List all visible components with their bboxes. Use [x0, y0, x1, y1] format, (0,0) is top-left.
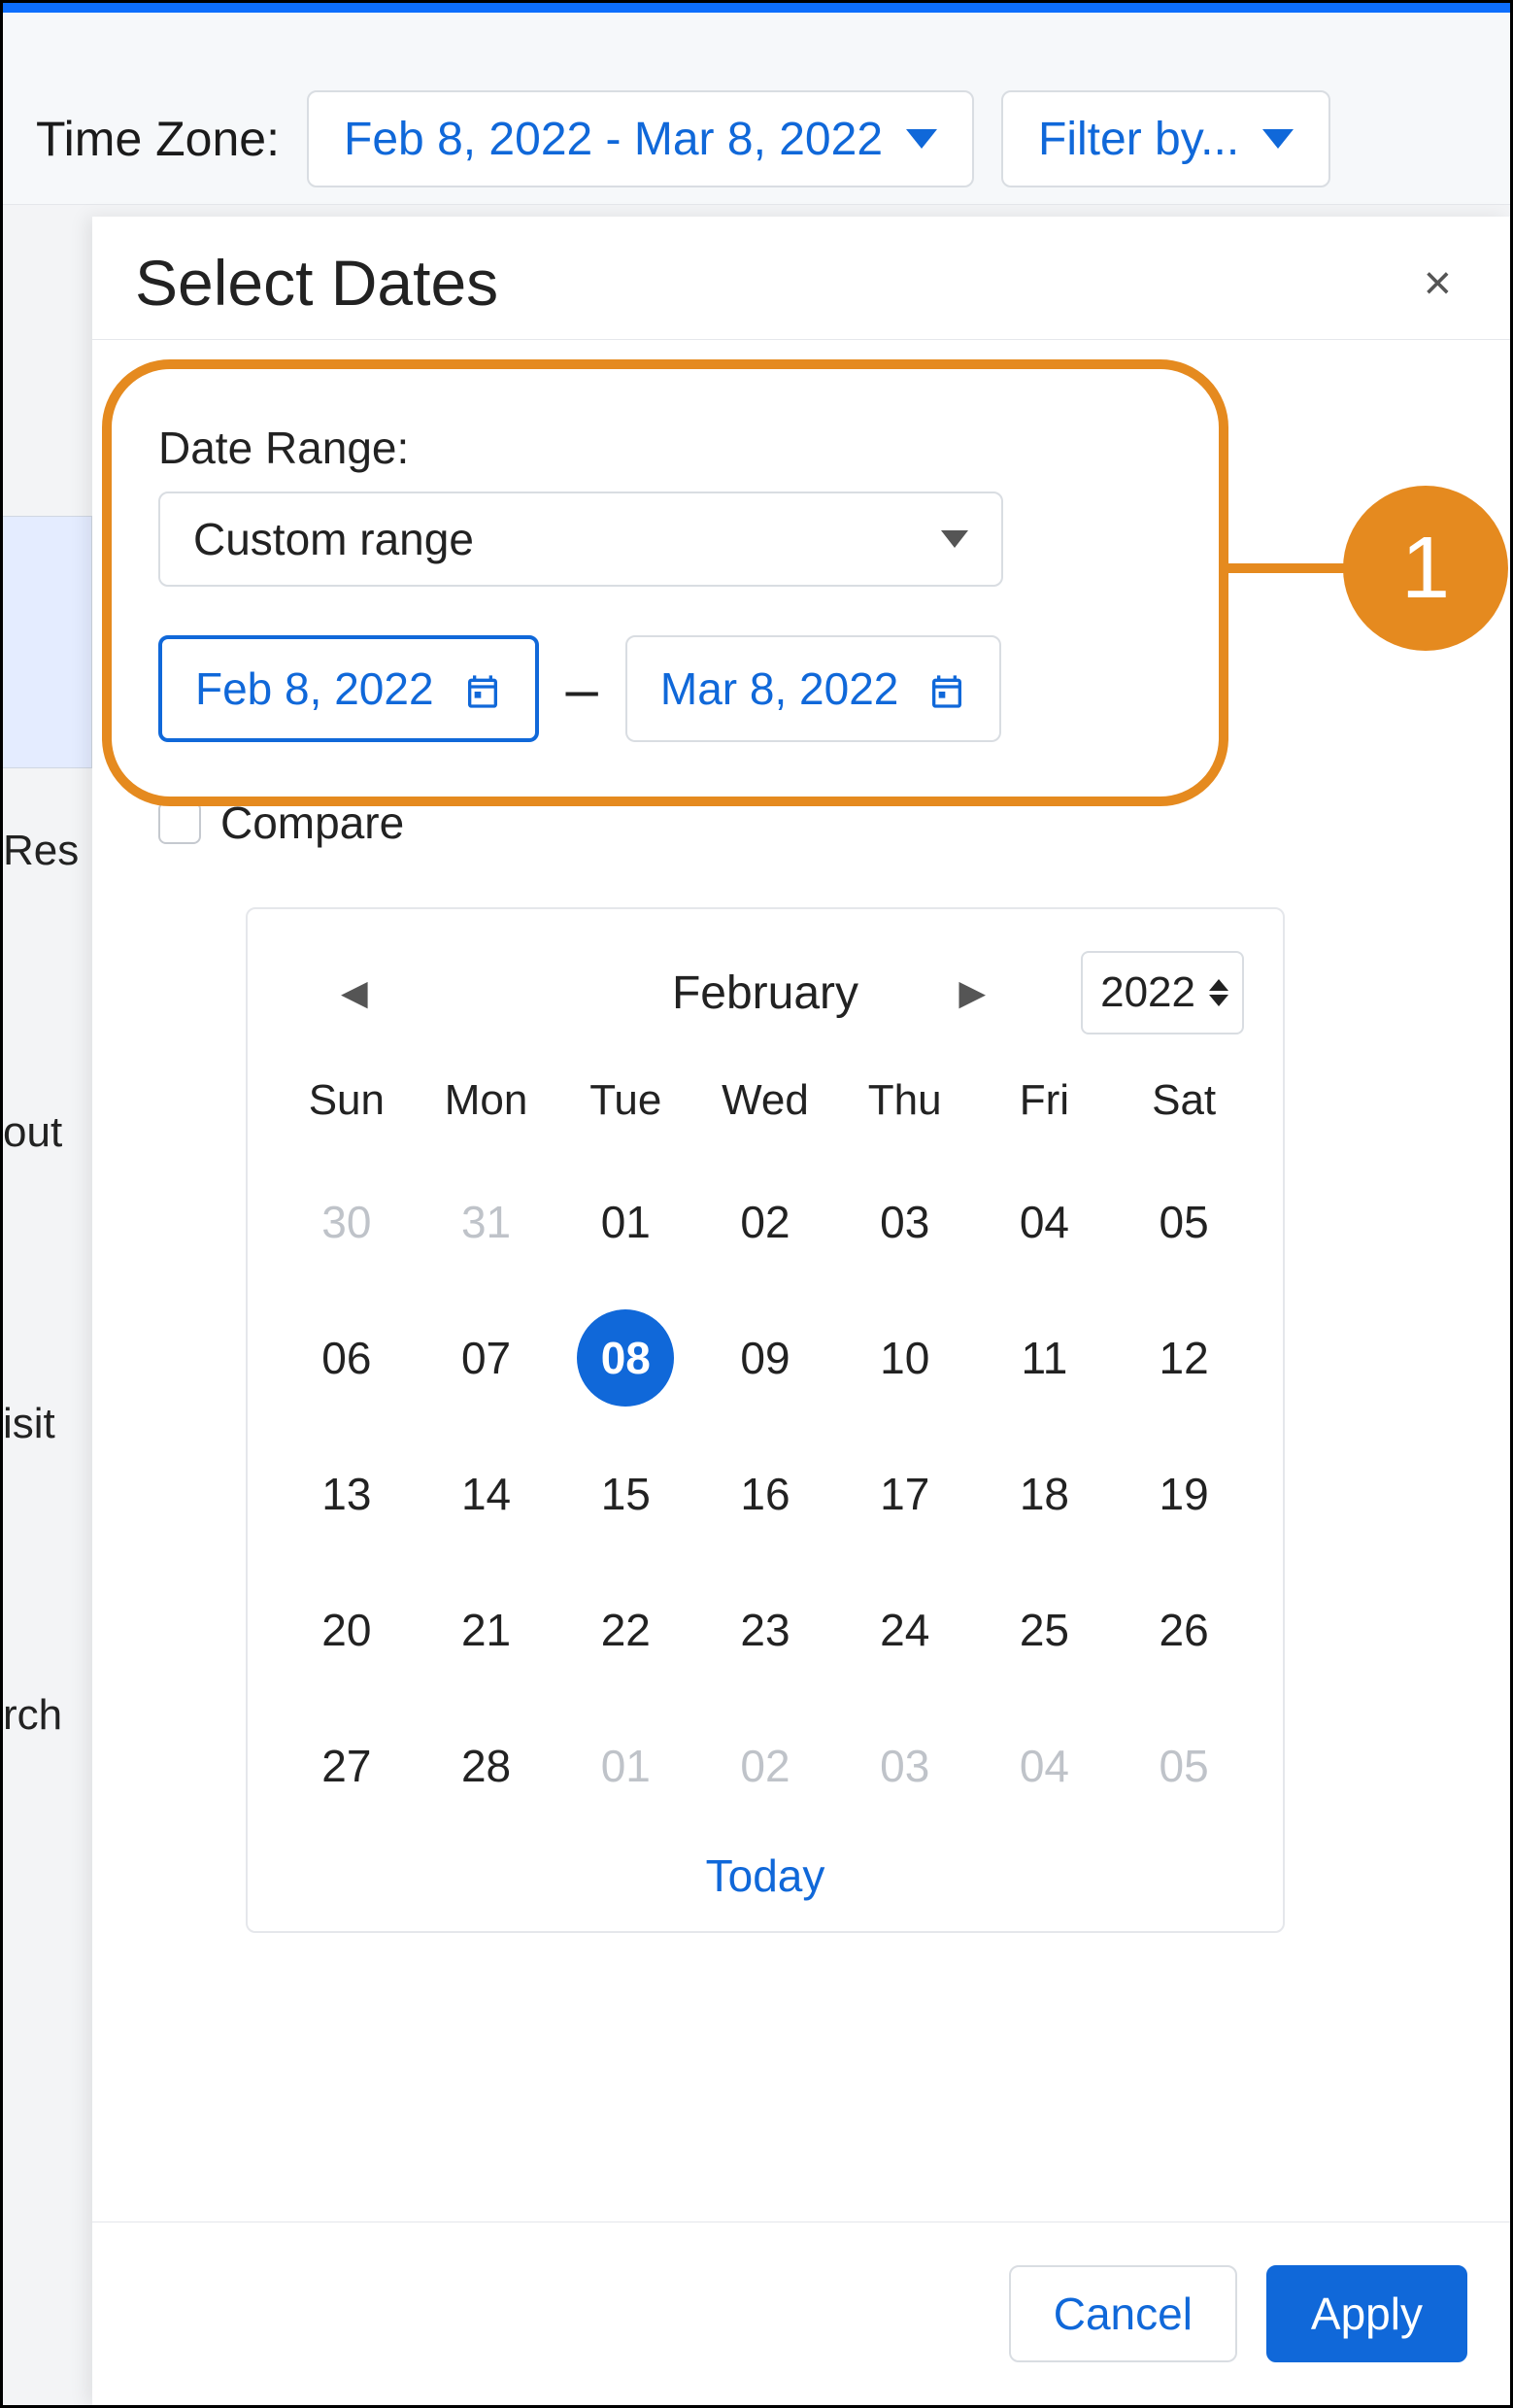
calendar-day[interactable]: 04	[975, 1183, 1115, 1261]
calendar-icon	[463, 669, 502, 708]
annotation-number: 1	[1401, 519, 1450, 619]
annotation-bubble: 1	[1343, 486, 1508, 651]
calendar-day[interactable]: 20	[277, 1591, 417, 1669]
year-value: 2022	[1100, 968, 1195, 1017]
apply-button-label: Apply	[1311, 2288, 1423, 2340]
calendar-day[interactable]: 25	[975, 1591, 1115, 1669]
prev-month-button[interactable]: ◀	[325, 963, 384, 1023]
toolbar: Time Zone: Feb 8, 2022 - Mar 8, 2022 Fil…	[3, 13, 1510, 205]
calendar-day[interactable]: 05	[1114, 1183, 1254, 1261]
month-label: February	[672, 967, 858, 1020]
bg-text-fragment: isit	[3, 1400, 55, 1448]
calendar-day[interactable]: 02	[695, 1183, 835, 1261]
calendar-day[interactable]: 09	[695, 1319, 835, 1397]
bg-text-fragment: out	[3, 1108, 62, 1157]
calendar-day[interactable]: 17	[835, 1455, 975, 1533]
calendar-widget: ◀ February ▶ 2022 SunMonTueWedThuFriSat3…	[246, 907, 1285, 1933]
calendar-day[interactable]: 11	[975, 1319, 1115, 1397]
calendar-day[interactable]: 06	[277, 1319, 417, 1397]
calendar-day[interactable]: 05	[1114, 1727, 1254, 1805]
start-date-input[interactable]: Feb 8, 2022	[158, 635, 539, 742]
calendar-day[interactable]: 14	[417, 1455, 556, 1533]
calendar-day[interactable]: 01	[555, 1727, 695, 1805]
calendar-day[interactable]: 22	[555, 1591, 695, 1669]
dialog-title: Select Dates	[135, 246, 498, 320]
date-range-label: Date Range:	[158, 422, 1467, 474]
day-of-week-header: Sat	[1114, 1076, 1254, 1125]
day-of-week-header: Fri	[975, 1076, 1115, 1125]
day-of-week-header: Mon	[417, 1076, 556, 1125]
day-of-week-header: Wed	[695, 1076, 835, 1125]
calendar-day[interactable]: 30	[277, 1183, 417, 1261]
compare-label: Compare	[220, 797, 404, 849]
calendar-icon	[927, 669, 966, 708]
cancel-button-label: Cancel	[1054, 2288, 1193, 2340]
date-range-dropdown[interactable]: Feb 8, 2022 - Mar 8, 2022	[307, 90, 974, 187]
filter-by-text: Filter by...	[1038, 113, 1239, 166]
annotation-connector	[1228, 563, 1355, 573]
calendar-day[interactable]: 21	[417, 1591, 556, 1669]
chevron-down-icon	[906, 129, 937, 149]
bg-text-fragment: Res	[3, 827, 79, 875]
calendar-day[interactable]: 04	[975, 1727, 1115, 1805]
select-dates-dialog: Select Dates × 1 Date Range: Custom rang…	[92, 217, 1510, 2405]
cancel-button[interactable]: Cancel	[1009, 2265, 1237, 2362]
bg-band	[3, 516, 92, 768]
end-date-input[interactable]: Mar 8, 2022	[625, 635, 1001, 742]
start-date-value: Feb 8, 2022	[195, 662, 434, 715]
end-date-value: Mar 8, 2022	[660, 662, 898, 715]
today-link[interactable]: Today	[277, 1849, 1254, 1902]
calendar-day-selected[interactable]: 08	[577, 1309, 674, 1407]
day-of-week-header: Tue	[555, 1076, 695, 1125]
calendar-day[interactable]: 10	[835, 1319, 975, 1397]
day-of-week-header: Thu	[835, 1076, 975, 1125]
calendar-day[interactable]: 23	[695, 1591, 835, 1669]
apply-button[interactable]: Apply	[1266, 2265, 1467, 2362]
calendar-day[interactable]: 16	[695, 1455, 835, 1533]
date-range-dash: –	[566, 656, 598, 723]
calendar-day[interactable]: 13	[277, 1455, 417, 1533]
calendar-day[interactable]: 03	[835, 1727, 975, 1805]
compare-checkbox[interactable]	[158, 801, 201, 844]
date-range-select-value: Custom range	[193, 513, 474, 565]
year-stepper[interactable]: 2022	[1081, 951, 1244, 1034]
calendar-day[interactable]: 07	[417, 1319, 556, 1397]
calendar-day[interactable]: 28	[417, 1727, 556, 1805]
background-sidebar-fragments: Res out isit rch	[3, 205, 92, 2405]
date-range-dropdown-text: Feb 8, 2022 - Mar 8, 2022	[344, 113, 883, 166]
calendar-day[interactable]: 02	[695, 1727, 835, 1805]
dialog-footer: Cancel Apply	[92, 2221, 1510, 2405]
bg-text-fragment: rch	[3, 1691, 62, 1740]
time-zone-label: Time Zone:	[36, 111, 280, 167]
chevron-down-icon	[1262, 129, 1294, 149]
stepper-arrows-icon	[1209, 979, 1228, 1006]
calendar-day[interactable]: 26	[1114, 1591, 1254, 1669]
calendar-day[interactable]: 01	[555, 1183, 695, 1261]
date-range-select[interactable]: Custom range	[158, 492, 1003, 587]
next-month-button[interactable]: ▶	[943, 963, 1001, 1023]
day-of-week-header: Sun	[277, 1076, 417, 1125]
calendar-day[interactable]: 31	[417, 1183, 556, 1261]
close-button[interactable]: ×	[1408, 247, 1467, 319]
top-accent-bar	[3, 3, 1510, 13]
screenshot-root: Time Zone: Feb 8, 2022 - Mar 8, 2022 Fil…	[0, 0, 1513, 2408]
calendar-day[interactable]: 12	[1114, 1319, 1254, 1397]
calendar-day[interactable]: 15	[555, 1455, 695, 1533]
chevron-down-icon	[941, 530, 968, 548]
calendar-day[interactable]: 24	[835, 1591, 975, 1669]
filter-by-dropdown[interactable]: Filter by...	[1001, 90, 1330, 187]
calendar-day[interactable]: 27	[277, 1727, 417, 1805]
calendar-day[interactable]: 18	[975, 1455, 1115, 1533]
calendar-day[interactable]: 19	[1114, 1455, 1254, 1533]
calendar-day[interactable]: 03	[835, 1183, 975, 1261]
